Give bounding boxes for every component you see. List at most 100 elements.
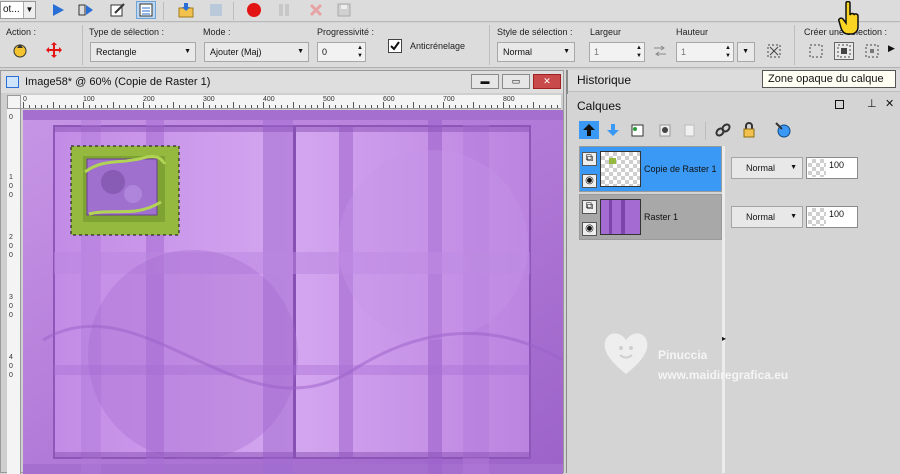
- progressivity-field[interactable]: 0 ▲ ▼: [317, 42, 366, 62]
- progressivity-value: 0: [322, 47, 328, 57]
- new-mask-icon[interactable]: [655, 121, 675, 139]
- ruler-tick-mark: [155, 105, 156, 108]
- ruler-tick-mark: [239, 105, 240, 108]
- ruler-tick-mark: [137, 105, 138, 108]
- merged-opaque-selection-icon[interactable]: [862, 42, 882, 60]
- ruler-tick-mark: [419, 105, 420, 108]
- save-icon[interactable]: [334, 1, 354, 19]
- lock-icon[interactable]: [739, 121, 759, 139]
- image-canvas[interactable]: [23, 110, 563, 474]
- layer-opaque-selection-icon[interactable]: [834, 42, 854, 60]
- selection-style-dropdown[interactable]: Normal ▼: [497, 42, 575, 62]
- custom-selection-icon[interactable]: [764, 42, 784, 60]
- script-list-icon[interactable]: [136, 1, 156, 19]
- ruler-tick-mark: [533, 102, 534, 108]
- ruler-tick-mark: [179, 105, 180, 108]
- width-field[interactable]: 1 ▲ ▼: [589, 42, 645, 62]
- new-layer-icon[interactable]: [627, 121, 647, 139]
- move-layer-up-icon[interactable]: [579, 121, 599, 139]
- ruler-tick-mark: [383, 102, 384, 108]
- ruler-tick-mark: [59, 105, 60, 108]
- duplicate-layer-icon[interactable]: [679, 121, 699, 139]
- ruler-tick-mark: [353, 102, 354, 108]
- spin-arrows-icon[interactable]: ▲ ▼: [357, 44, 363, 60]
- ruler-tick-mark: [425, 105, 426, 108]
- visibility-eye-icon[interactable]: ◉: [582, 174, 597, 188]
- watermark-url: www.maidiregrafica.eu: [658, 368, 789, 382]
- horizontal-ruler: 0 100 200 300 400 500 600 700 800: [21, 95, 561, 109]
- cancel-icon[interactable]: [306, 1, 326, 19]
- folder-import-icon[interactable]: [176, 1, 196, 19]
- selection-action-icon[interactable]: [10, 41, 30, 59]
- layer-row[interactable]: ⧉ ◉ Raster 1: [579, 194, 722, 240]
- move-cross-icon[interactable]: [44, 41, 64, 59]
- width-label: Largeur: [590, 27, 622, 37]
- link-layers-icon[interactable]: [713, 121, 733, 139]
- visibility-eye-icon[interactable]: ◉: [582, 222, 597, 236]
- ruler-tick-label: 700: [443, 96, 455, 103]
- pause-icon[interactable]: [274, 1, 294, 19]
- ruler-tick-mark: [341, 105, 342, 108]
- history-panel-title: Historique: [577, 73, 632, 87]
- image-window-titlebar[interactable]: Image58* @ 60% (Copie de Raster 1) ▬ ▭ ✕: [1, 71, 563, 93]
- minimize-button[interactable]: ▬: [471, 74, 499, 89]
- mode-dropdown[interactable]: Ajouter (Maj) ▼: [204, 42, 309, 62]
- ruler-tick-mark: [359, 105, 360, 108]
- layer-properties-icon[interactable]: [773, 121, 793, 139]
- panel-pin-icon[interactable]: ⊥: [867, 97, 877, 110]
- ruler-tick-label: 800: [503, 96, 515, 103]
- ruler-tick-mark: [371, 105, 372, 108]
- step-run-icon[interactable]: [76, 1, 96, 19]
- opacity-field[interactable]: 100: [806, 206, 858, 228]
- blend-mode-dropdown[interactable]: Normal ▼: [731, 206, 803, 228]
- opacity-field[interactable]: 100: [806, 157, 858, 179]
- edit-icon[interactable]: [108, 1, 128, 19]
- splitter-arrow-icon[interactable]: ▸: [722, 334, 726, 343]
- panel-maximize-icon[interactable]: [835, 100, 844, 109]
- opacity-swatch: [808, 159, 826, 177]
- panel-close-icon[interactable]: ✕: [885, 97, 894, 110]
- action-label: Action :: [6, 27, 37, 37]
- image-window-title: Image58* @ 60% (Copie de Raster 1): [25, 76, 211, 88]
- layers-panel-splitter[interactable]: [722, 146, 725, 473]
- ruler-tick-mark: [53, 102, 54, 108]
- ruler-tick-mark: [233, 102, 234, 108]
- ruler-tick-label: 3 0 0: [9, 294, 13, 319]
- layer-row[interactable]: ⧉ ◉ Copie de Raster 1: [579, 146, 722, 192]
- preset-combo[interactable]: ot... ▼: [0, 1, 36, 19]
- square-icon[interactable]: [206, 1, 226, 19]
- blend-mode-dropdown[interactable]: Normal ▼: [731, 157, 803, 179]
- ruler-tick-mark: [455, 105, 456, 108]
- layer-thumbnail: [600, 151, 641, 187]
- ruler-tick-mark: [89, 105, 90, 108]
- ruler-tick-mark: [161, 105, 162, 108]
- spin-arrows-icon[interactable]: ▲ ▼: [725, 44, 731, 60]
- height-field[interactable]: 1 ▲ ▼: [676, 42, 734, 62]
- ruler-tick-mark: [191, 105, 192, 108]
- scroll-right-icon[interactable]: ▶: [888, 43, 895, 54]
- ruler-tick-mark: [335, 105, 336, 108]
- ruler-tick-mark: [545, 105, 546, 108]
- layer-group-icon[interactable]: ⧉: [582, 152, 597, 166]
- record-icon[interactable]: [244, 1, 264, 19]
- ruler-tick-mark: [203, 102, 204, 108]
- selection-from-mask-icon[interactable]: [806, 42, 826, 60]
- size-preset-dropdown[interactable]: ▼: [737, 42, 755, 62]
- ruler-tick-label: 200: [143, 96, 155, 103]
- antialias-checkbox[interactable]: [388, 39, 402, 53]
- ruler-tick-label: 0: [9, 114, 13, 121]
- maximize-button[interactable]: ▭: [502, 74, 530, 89]
- canvas-artwork: [23, 110, 563, 474]
- ruler-tick-mark: [491, 105, 492, 108]
- play-icon[interactable]: [48, 1, 68, 19]
- link-dimensions-icon[interactable]: [650, 42, 670, 60]
- layer-group-icon[interactable]: ⧉: [582, 200, 597, 214]
- close-button[interactable]: ✕: [533, 74, 561, 89]
- selection-type-dropdown[interactable]: Rectangle ▼: [90, 42, 196, 62]
- selection-style-value: Normal: [503, 47, 533, 57]
- move-layer-down-icon[interactable]: [603, 121, 623, 139]
- ruler-tick-mark: [557, 105, 558, 108]
- ruler-tick-mark: [143, 102, 144, 108]
- spin-arrows-icon[interactable]: ▲ ▼: [636, 44, 642, 60]
- ruler-tick-mark: [395, 105, 396, 108]
